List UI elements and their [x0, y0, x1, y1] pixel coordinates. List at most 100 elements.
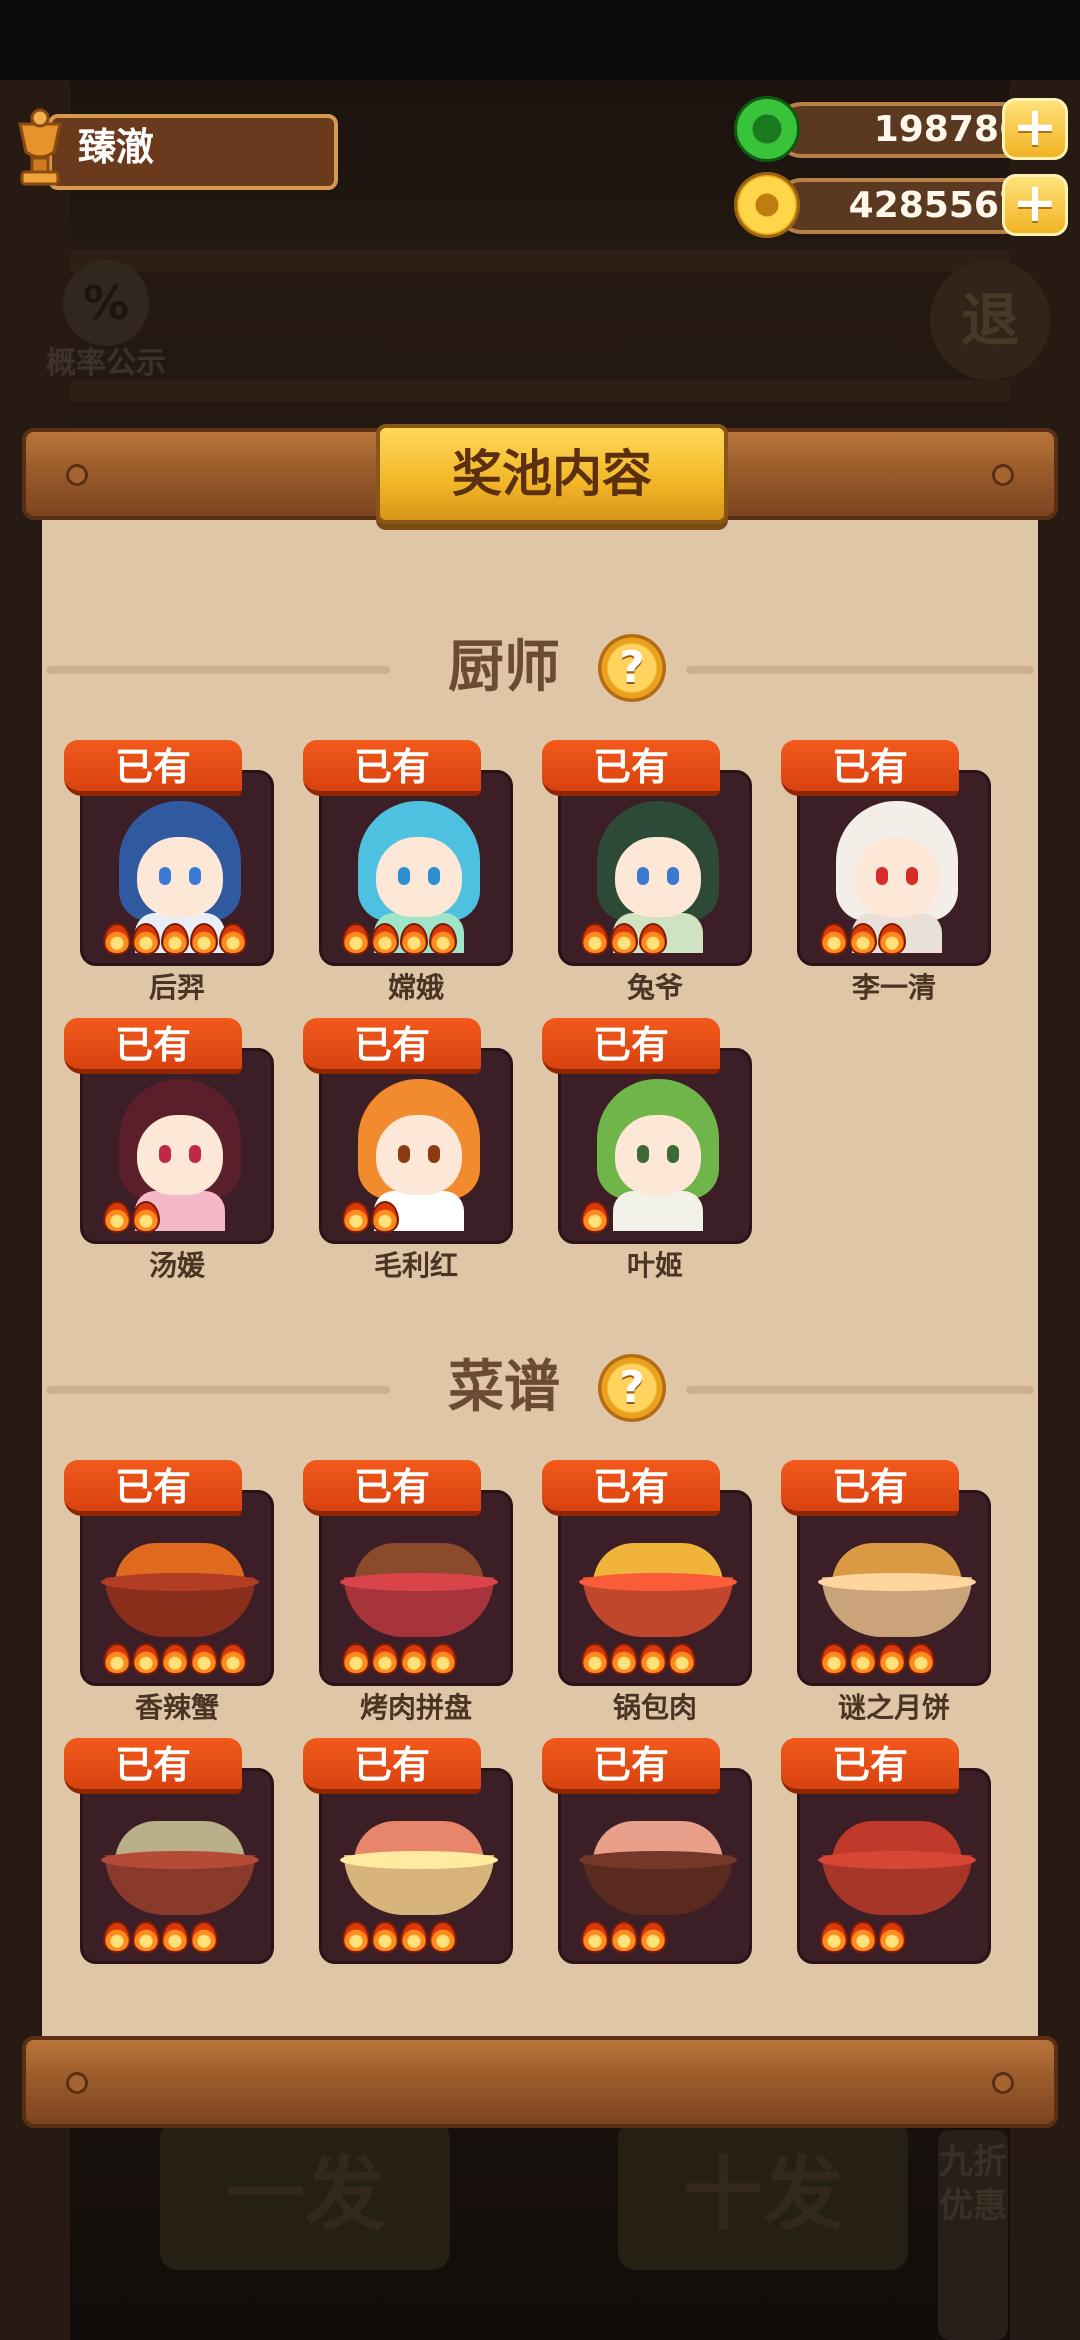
rarity-flames — [103, 1921, 219, 1955]
chef-card[interactable]: 已有 兔爷 — [542, 740, 752, 1010]
recipe-name: 烤肉拼盘 — [359, 1691, 472, 1724]
owned-badge: 已有 — [303, 1460, 481, 1516]
chef-eye — [428, 1145, 440, 1163]
recipe-card[interactable]: 已有 — [781, 1738, 991, 2008]
chef-card[interactable]: 已有毛利红 — [303, 1018, 513, 1288]
flame-icon — [371, 1921, 399, 1953]
flame-icon — [878, 923, 906, 955]
flame-icon — [400, 1643, 428, 1675]
owned-badge: 已有 — [64, 1460, 242, 1516]
chef-card[interactable]: 已有 嫦娥 — [303, 740, 513, 1010]
chef-face — [615, 837, 701, 917]
dish-image — [319, 1768, 513, 1964]
flame-icon — [639, 923, 667, 955]
gacha-screen: % 概率公示 退 一发 十发 九折优惠 臻澈 198786 + 4285567 … — [0, 0, 1080, 2340]
flame-icon — [820, 1643, 848, 1675]
owned-badge: 已有 — [64, 740, 242, 796]
rarity-flames — [581, 923, 668, 957]
flame-icon — [103, 1201, 131, 1233]
dish-rim — [101, 1851, 259, 1869]
recipe-card[interactable]: 已有 — [303, 1738, 513, 2008]
rarity-flames — [820, 1643, 936, 1677]
flame-icon — [610, 1643, 638, 1675]
player-name: 臻澈 — [78, 125, 155, 169]
chef-portrait — [797, 770, 991, 966]
chef-eye — [189, 867, 201, 885]
chef-eye — [398, 867, 410, 885]
flame-icon — [429, 1921, 457, 1953]
flame-icon — [161, 1643, 189, 1675]
chef-name: 毛利红 — [373, 1249, 458, 1282]
chef-eye — [189, 1145, 201, 1163]
add-jade-button[interactable]: + — [1002, 98, 1068, 160]
dish-rim — [818, 1851, 976, 1869]
flame-icon — [132, 1643, 160, 1675]
flame-icon — [849, 923, 877, 955]
rod-bolt — [992, 464, 1014, 486]
flame-icon — [132, 923, 160, 955]
chef-name: 李一清 — [851, 971, 936, 1004]
dish-art — [579, 1533, 737, 1643]
chef-face — [137, 1115, 223, 1195]
recipes-section-title: 菜谱 — [448, 1355, 560, 1420]
flame-icon — [103, 923, 131, 955]
chef-face — [137, 837, 223, 917]
chef-face — [376, 837, 462, 917]
dish-image — [558, 1490, 752, 1686]
recipes-help-icon[interactable]: ? — [598, 1354, 666, 1422]
chef-eye — [398, 1145, 410, 1163]
rarity-flames — [103, 923, 248, 957]
chef-eye — [637, 867, 649, 885]
recipe-card[interactable]: 已有 香辣蟹 — [64, 1460, 274, 1730]
rod-bolt — [66, 2072, 88, 2094]
chefs-help-icon[interactable]: ? — [598, 634, 666, 702]
jade-counter: 198786 + — [734, 96, 1068, 162]
divider-line — [686, 1386, 1034, 1394]
flame-icon — [103, 1643, 131, 1675]
rarity-flames — [103, 1643, 248, 1677]
flame-icon — [429, 1643, 457, 1675]
recipe-card[interactable]: 已有 — [64, 1738, 274, 2008]
recipe-name: 锅包肉 — [612, 1691, 697, 1724]
recipe-card[interactable]: 已有 — [542, 1738, 752, 2008]
panel-title: 奖池内容 — [452, 445, 652, 503]
rarity-flames — [103, 1201, 161, 1235]
chef-eye — [667, 867, 679, 885]
chefs-section-header: 厨师 ? — [46, 628, 1034, 708]
recipe-card[interactable]: 已有 锅包肉 — [542, 1460, 752, 1730]
dish-rim — [340, 1573, 498, 1591]
chef-card[interactable]: 已有 汤媛 — [64, 1018, 274, 1288]
flame-icon — [400, 923, 428, 955]
chef-eye — [159, 1145, 171, 1163]
dish-rim — [340, 1851, 498, 1869]
chef-eye — [906, 867, 918, 885]
flame-icon — [132, 1201, 160, 1233]
chef-card[interactable]: 已有 后羿 — [64, 740, 274, 1010]
player-nameplate[interactable]: 臻澈 — [8, 104, 338, 192]
recipe-card[interactable]: 已有 谜之月饼 — [781, 1460, 991, 1730]
chef-portrait — [80, 770, 274, 966]
flame-icon — [820, 1921, 848, 1953]
chef-portrait — [80, 1048, 274, 1244]
rarity-flames — [820, 923, 907, 957]
dish-art — [101, 1811, 259, 1921]
dish-rim — [579, 1573, 737, 1591]
flame-icon — [190, 923, 218, 955]
owned-badge: 已有 — [542, 740, 720, 796]
add-coins-button[interactable]: + — [1002, 174, 1068, 236]
rarity-flames — [581, 1643, 697, 1677]
dish-art — [818, 1811, 976, 1921]
owned-badge: 已有 — [303, 1018, 481, 1074]
owned-badge: 已有 — [64, 1738, 242, 1794]
chef-card[interactable]: 已有 李一清 — [781, 740, 991, 1010]
chef-card[interactable]: 已有 叶姬 — [542, 1018, 752, 1288]
flame-icon — [581, 1921, 609, 1953]
flame-icon — [581, 923, 609, 955]
flame-icon — [371, 923, 399, 955]
owned-badge: 已有 — [303, 1738, 481, 1794]
coin-counter: 4285567 + — [734, 172, 1068, 238]
flame-icon — [581, 1643, 609, 1675]
flame-icon — [639, 1643, 667, 1675]
chefs-section-title: 厨师 — [448, 635, 560, 700]
recipe-card[interactable]: 已有烤肉拼盘 — [303, 1460, 513, 1730]
